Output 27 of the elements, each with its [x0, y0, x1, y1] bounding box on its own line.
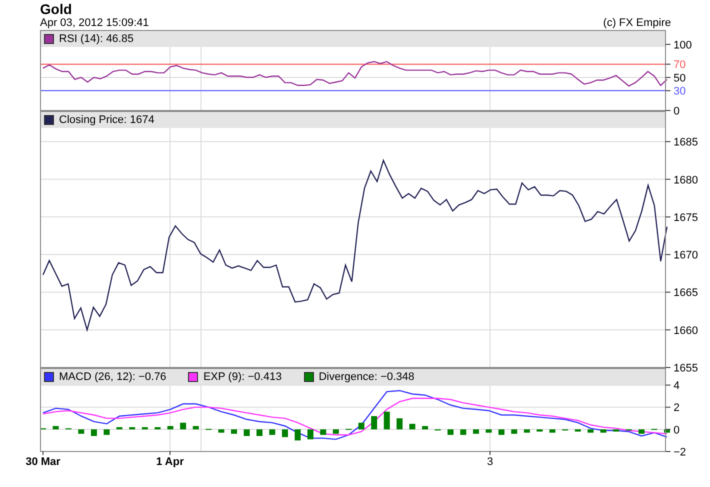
axis-label: 70 [674, 59, 686, 72]
axis-label: 1655 [674, 362, 698, 374]
legend-label: Closing Price: 1674 [59, 113, 154, 127]
legend-label: RSI (14): 46.85 [59, 32, 134, 46]
chart-title: Gold [39, 0, 73, 17]
axis-label: 1680 [674, 174, 698, 186]
axis-label: 4 [674, 380, 680, 392]
axis-label: 0 [674, 106, 680, 118]
axis-label: 30 Mar [26, 456, 60, 469]
legend-label: MACD (26, 12): −0.76 [59, 370, 166, 384]
axis-label: 1670 [674, 250, 698, 262]
axis-label: 1675 [674, 212, 698, 224]
axis-label: 1 Apr [156, 456, 184, 469]
axis-label: −2 [674, 446, 686, 458]
axis-label: 100 [674, 39, 692, 52]
axis-label: 30 [674, 86, 686, 98]
legend-label: Divergence: −0.348 [318, 370, 414, 384]
axis-label: 1685 [674, 136, 698, 149]
copyright: (c) FX Empire [603, 17, 671, 30]
axis-label: 3 [486, 456, 494, 469]
axis-label: 1660 [674, 324, 698, 337]
axis-label: 1665 [674, 287, 698, 300]
axis-label: 50 [674, 72, 686, 84]
timestamp: Apr 03, 2012 15:09:41 [40, 17, 149, 30]
legend-label: EXP (9): −0.413 [203, 370, 282, 384]
axis-label: 2 [674, 402, 680, 414]
axis-label: 0 [674, 424, 680, 436]
